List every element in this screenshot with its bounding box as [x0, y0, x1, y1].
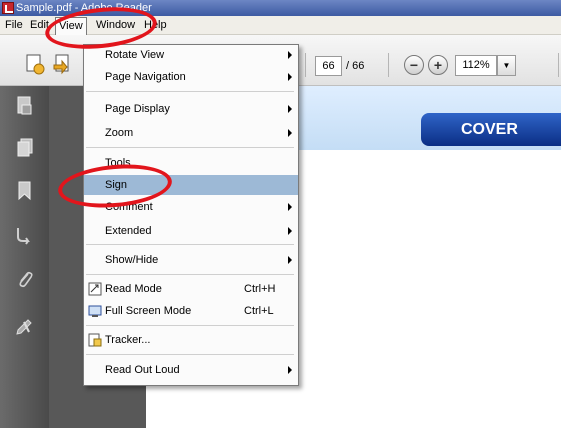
menu-item-read-mode[interactable]: Read Mode Ctrl+H — [84, 279, 298, 299]
menu-separator — [86, 325, 294, 326]
attachments-icon[interactable] — [16, 270, 34, 290]
menu-item-zoom[interactable]: Zoom — [84, 123, 298, 143]
menu-separator — [86, 244, 294, 245]
menu-item-rotate-view[interactable]: Rotate View — [84, 45, 298, 65]
shortcut-label: Ctrl+L — [244, 305, 274, 317]
menu-item-page-display[interactable]: Page Display — [84, 99, 298, 119]
read-mode-icon — [88, 282, 102, 296]
toolbar-separator — [388, 53, 389, 77]
full-screen-icon — [88, 305, 102, 317]
page-thumbnails-icon[interactable] — [16, 96, 34, 116]
zoom-level-input[interactable]: 112% — [455, 55, 497, 76]
menu-item-show-hide[interactable]: Show/Hide — [84, 250, 298, 270]
menu-item-read-out-loud[interactable]: Read Out Loud — [84, 360, 298, 380]
menu-item-full-screen-mode[interactable]: Full Screen Mode Ctrl+L — [84, 301, 298, 321]
submenu-arrow-icon — [288, 51, 292, 59]
menu-item-extended[interactable]: Extended — [84, 221, 298, 241]
submenu-arrow-icon — [288, 105, 292, 113]
layers-icon[interactable] — [16, 138, 34, 158]
submenu-arrow-icon — [288, 129, 292, 137]
shortcut-label: Ctrl+H — [244, 283, 276, 295]
menu-item-tracker[interactable]: Tracker... — [84, 330, 298, 350]
menu-separator — [86, 274, 294, 275]
signatures-icon[interactable] — [16, 226, 34, 246]
export-icon[interactable] — [52, 53, 74, 75]
menu-item-page-navigation[interactable]: Page Navigation — [84, 67, 298, 87]
navigation-pane — [0, 86, 49, 428]
zoom-in-button[interactable]: + — [428, 55, 448, 75]
page-total: / 66 — [346, 60, 365, 72]
submenu-arrow-icon — [288, 227, 292, 235]
submenu-arrow-icon — [288, 73, 292, 81]
adobe-reader-icon — [2, 2, 14, 14]
menu-separator — [86, 354, 294, 355]
submenu-arrow-icon — [288, 203, 292, 211]
menu-separator — [86, 91, 294, 92]
submenu-arrow-icon — [288, 256, 292, 264]
menu-file[interactable]: File — [2, 17, 26, 33]
tracker-icon — [88, 333, 102, 347]
menu-separator — [86, 147, 294, 148]
comments-icon[interactable] — [16, 316, 34, 336]
page-number-input[interactable]: 66 — [315, 56, 342, 76]
zoom-dropdown-button[interactable]: ▼ — [497, 55, 516, 76]
zoom-out-button[interactable]: − — [404, 55, 424, 75]
view-menu-dropdown: Rotate View Page Navigation Page Display… — [83, 44, 299, 386]
create-pdf-icon[interactable] — [24, 53, 46, 75]
submenu-arrow-icon — [288, 366, 292, 374]
toolbar-separator — [558, 53, 559, 77]
cover-label[interactable]: COVER — [421, 113, 561, 146]
toolbar-separator — [305, 53, 306, 77]
bookmarks-icon[interactable] — [16, 181, 34, 201]
